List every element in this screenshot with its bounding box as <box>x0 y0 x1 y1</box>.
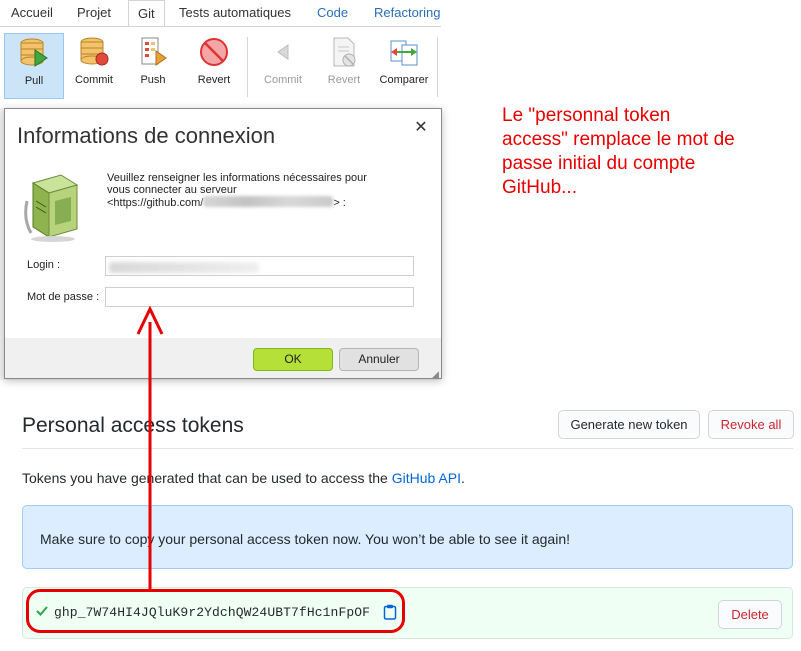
tab-accueil[interactable]: Accueil <box>11 5 53 20</box>
ribbon-toolbar: Pull Commit Push Revert Commit Revert Co… <box>0 26 441 108</box>
token-highlight-ring <box>26 589 405 633</box>
revert-disabled-button[interactable]: Revert <box>314 33 374 99</box>
login-dialog: Informations de connexion ✕ Veuillez ren… <box>4 108 442 379</box>
flash-message: Make sure to copy your personal access t… <box>40 531 570 547</box>
password-label: Mot de passe : <box>27 291 100 303</box>
ribbon-tab-bar: Accueil Projet Git Tests automatiques Co… <box>0 0 441 28</box>
tab-tests-automatiques[interactable]: Tests automatiques <box>179 5 291 20</box>
close-icon[interactable]: ✕ <box>409 117 433 139</box>
flash-notice: Make sure to copy your personal access t… <box>22 505 793 569</box>
pull-icon <box>20 38 48 67</box>
delete-button[interactable]: Delete <box>718 600 782 629</box>
tokens-description: Tokens you have generated that can be us… <box>22 470 465 486</box>
compare-icon <box>390 40 418 66</box>
section-title: Personal access tokens <box>22 414 244 437</box>
push-button[interactable]: Push <box>123 33 183 99</box>
resize-grip-icon[interactable]: ◢ <box>432 369 439 380</box>
commit-disabled-button[interactable]: Commit <box>253 33 313 99</box>
commit-icon <box>80 37 109 66</box>
tab-code[interactable]: Code <box>317 5 348 20</box>
tab-refactoring[interactable]: Refactoring <box>374 5 440 20</box>
compare-button[interactable]: Comparer <box>374 33 434 99</box>
revert-disabled-icon <box>333 37 356 67</box>
tab-projet[interactable]: Projet <box>77 5 111 20</box>
ribbon-separator <box>247 37 248 97</box>
revoke-all-button[interactable]: Revoke all <box>708 410 794 439</box>
revert-button[interactable]: Revert <box>184 33 244 99</box>
redacted-server-path <box>203 196 334 207</box>
cancel-button[interactable]: Annuler <box>339 348 419 371</box>
revert-icon <box>200 38 228 66</box>
dialog-body: Informations de connexion ✕ Veuillez ren… <box>5 109 441 338</box>
password-input[interactable] <box>105 287 414 307</box>
server-icon <box>24 174 79 242</box>
commit-disabled-icon <box>277 44 289 60</box>
dialog-title: Informations de connexion <box>17 123 276 148</box>
commit-button[interactable]: Commit <box>64 33 124 99</box>
ok-button[interactable]: OK <box>253 348 333 371</box>
github-api-link[interactable]: GitHub API <box>392 470 461 486</box>
redacted-login-value <box>109 262 259 273</box>
login-label: Login : <box>27 259 61 271</box>
divider <box>22 448 793 449</box>
push-icon <box>141 37 167 66</box>
annotation-text: Le "personnal token access" remplace le … <box>502 105 735 198</box>
ribbon-separator <box>437 37 438 97</box>
dialog-message: Veuillez renseigner les informations néc… <box>107 172 367 209</box>
tab-git[interactable]: Git <box>128 0 165 28</box>
generate-token-button[interactable]: Generate new token <box>558 410 700 439</box>
pull-button[interactable]: Pull <box>4 33 64 99</box>
